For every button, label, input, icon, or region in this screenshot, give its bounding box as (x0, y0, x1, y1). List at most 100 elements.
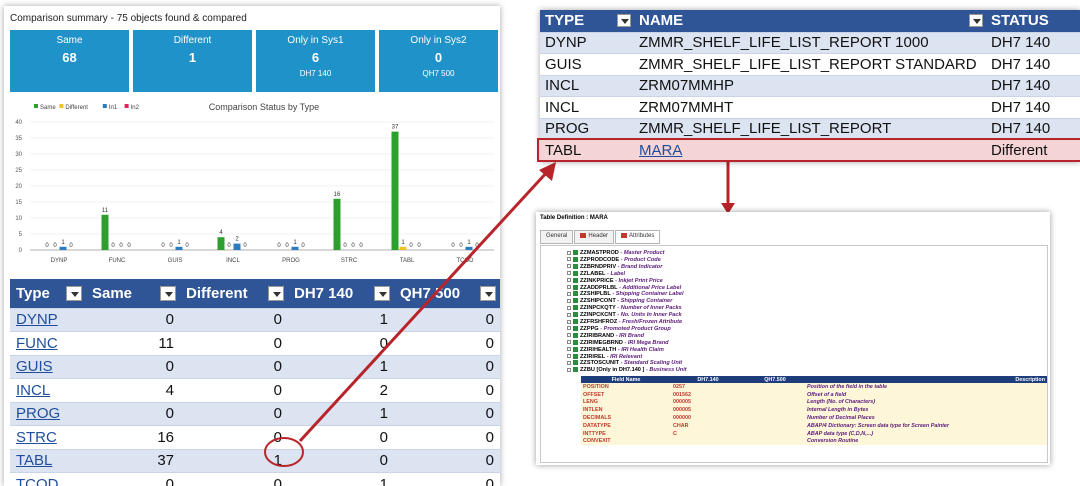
description-cell: Internal Length in Bytes (805, 406, 1047, 415)
filter-dropdown-icon[interactable] (617, 14, 631, 27)
table-row[interactable]: INCL ZRM07MMHP DH7 140 (540, 74, 1080, 97)
type-cell: GUIS (540, 53, 634, 75)
sys1-value-cell: 000000 (671, 414, 745, 422)
field-description: Shipping Container Label (615, 291, 684, 298)
expand-icon[interactable] (567, 333, 571, 338)
summary-box-different[interactable]: Different 1 (133, 30, 252, 92)
expand-icon[interactable] (567, 367, 571, 372)
data-label: 0 (277, 243, 281, 249)
data-label: 1 (293, 240, 297, 246)
sys1-value-cell: 000005 (671, 398, 745, 407)
column-header-qh7-500[interactable]: QH7 500 (394, 279, 500, 308)
type-link[interactable]: DYNP (16, 311, 58, 328)
data-label: 0 (409, 243, 413, 249)
expand-icon[interactable] (567, 326, 571, 331)
tab-attributes[interactable]: Attributes (615, 230, 661, 244)
expand-icon[interactable] (567, 305, 571, 310)
table-row: CONVEXIT Conversion Routine (581, 437, 1047, 446)
summary-box-label: Different (173, 35, 212, 46)
filter-dropdown-icon[interactable] (160, 286, 176, 301)
tab-general[interactable]: General (540, 230, 574, 244)
type-cell[interactable]: FUNC (10, 331, 86, 355)
type-cell[interactable]: STRC (10, 425, 86, 449)
x-tick-label: TCOD (457, 258, 475, 264)
column-header-status[interactable]: STATUS (986, 10, 1080, 32)
table-row: TCOD 0 0 1 0 (10, 472, 500, 486)
bar (399, 246, 407, 250)
field-icon (573, 360, 578, 366)
bar (291, 246, 299, 250)
comparison-summary-panel: Comparison summary - 75 objects found & … (4, 6, 500, 486)
type-link[interactable]: FUNC (16, 335, 58, 352)
data-label: 4 (219, 230, 223, 236)
filter-dropdown-icon[interactable] (66, 286, 82, 301)
table-row[interactable]: DYNP ZMMR_SHELF_LIFE_LIST_REPORT 1000 DH7 … (540, 31, 1080, 54)
column-header-type[interactable]: TYPE (540, 10, 634, 32)
expand-icon[interactable] (567, 257, 571, 262)
field-description: Product Code (624, 256, 661, 263)
data-label: 1 (467, 240, 471, 246)
expand-icon[interactable] (567, 319, 571, 324)
type-cell[interactable]: TCOD (10, 472, 86, 486)
type-cell[interactable]: INCL (10, 378, 86, 402)
column-header-different[interactable]: Different (180, 279, 288, 308)
type-link[interactable]: TCOD (16, 476, 59, 486)
expand-icon[interactable] (567, 347, 571, 352)
data-label: 0 (127, 243, 131, 249)
column-header-name[interactable]: NAME (634, 10, 986, 32)
type-link[interactable]: INCL (16, 382, 50, 399)
tree-item[interactable]: ZZBU [Only in DH7.140 ] - Business Unit (567, 367, 687, 374)
filter-dropdown-icon[interactable] (374, 286, 390, 301)
column-header-same[interactable]: Same (86, 279, 180, 308)
table-row[interactable]: PROG ZMMR_SHELF_LIFE_LIST_REPORT DH7 140 (540, 117, 1080, 140)
summary-box-label: Only in Sys1 (287, 35, 344, 46)
type-cell[interactable]: TABL (10, 448, 86, 473)
data-label: 0 (451, 243, 455, 249)
expand-icon[interactable] (567, 312, 571, 317)
filter-dropdown-icon[interactable] (969, 14, 983, 27)
summary-box-same[interactable]: Same 68 (10, 30, 129, 92)
type-link[interactable]: PROG (16, 405, 60, 422)
summary-box-only-sys2[interactable]: Only in Sys2 0 QH7 500 (379, 30, 498, 92)
filter-dropdown-icon[interactable] (480, 286, 496, 301)
sys1-value-cell: CHAR (671, 421, 745, 430)
legend-label: Different (65, 105, 88, 111)
expand-icon[interactable] (567, 291, 571, 296)
count-cell: 0 (394, 425, 500, 449)
expand-icon[interactable] (567, 354, 571, 359)
type-link[interactable]: STRC (16, 429, 57, 446)
tab-header[interactable]: Header (574, 230, 615, 244)
expand-icon[interactable] (567, 250, 571, 255)
table-row[interactable]: INCL ZRM07MMHT DH7 140 (540, 96, 1080, 118)
column-header-dh7-140[interactable]: DH7 140 (288, 279, 394, 308)
expand-icon[interactable] (567, 298, 571, 303)
attribute-name-cell: OFFSET (581, 390, 671, 399)
column-header-type[interactable]: Type (10, 279, 86, 308)
type-cell[interactable]: PROG (10, 401, 86, 426)
type-link[interactable]: GUIS (16, 358, 53, 375)
field-icon (573, 346, 578, 352)
data-label: 0 (285, 243, 289, 249)
type-cell[interactable]: GUIS (10, 354, 86, 379)
expand-icon[interactable] (567, 264, 571, 269)
expand-icon[interactable] (567, 271, 571, 276)
data-label: 1 (177, 240, 181, 246)
x-tick-label: DYNP (51, 258, 68, 264)
table-row[interactable]: GUIS ZMMR_SHELF_LIFE_LIST_REPORT STANDARD… (540, 53, 1080, 75)
table-header-row: Field Name DH7.140 QH7.500 Description (581, 376, 1047, 383)
field-icon (573, 319, 578, 325)
tab-icon (580, 233, 587, 238)
summary-box-only-sys1[interactable]: Only in Sys1 6 DH7 140 (256, 30, 375, 92)
column-header-label: QH7 500 (400, 284, 461, 302)
type-cell[interactable]: DYNP (10, 307, 86, 332)
expand-icon[interactable] (567, 360, 571, 365)
type-link[interactable]: TABL (16, 452, 52, 469)
expand-icon[interactable] (567, 278, 571, 283)
field-name: ZZLABEL (580, 270, 606, 277)
data-label: 0 (417, 243, 421, 249)
table-row: TABL 37 1 0 0 (10, 448, 500, 473)
expand-icon[interactable] (567, 285, 571, 290)
expand-icon[interactable] (567, 340, 571, 345)
filter-dropdown-icon[interactable] (268, 286, 284, 301)
legend-label: Same (40, 105, 56, 111)
